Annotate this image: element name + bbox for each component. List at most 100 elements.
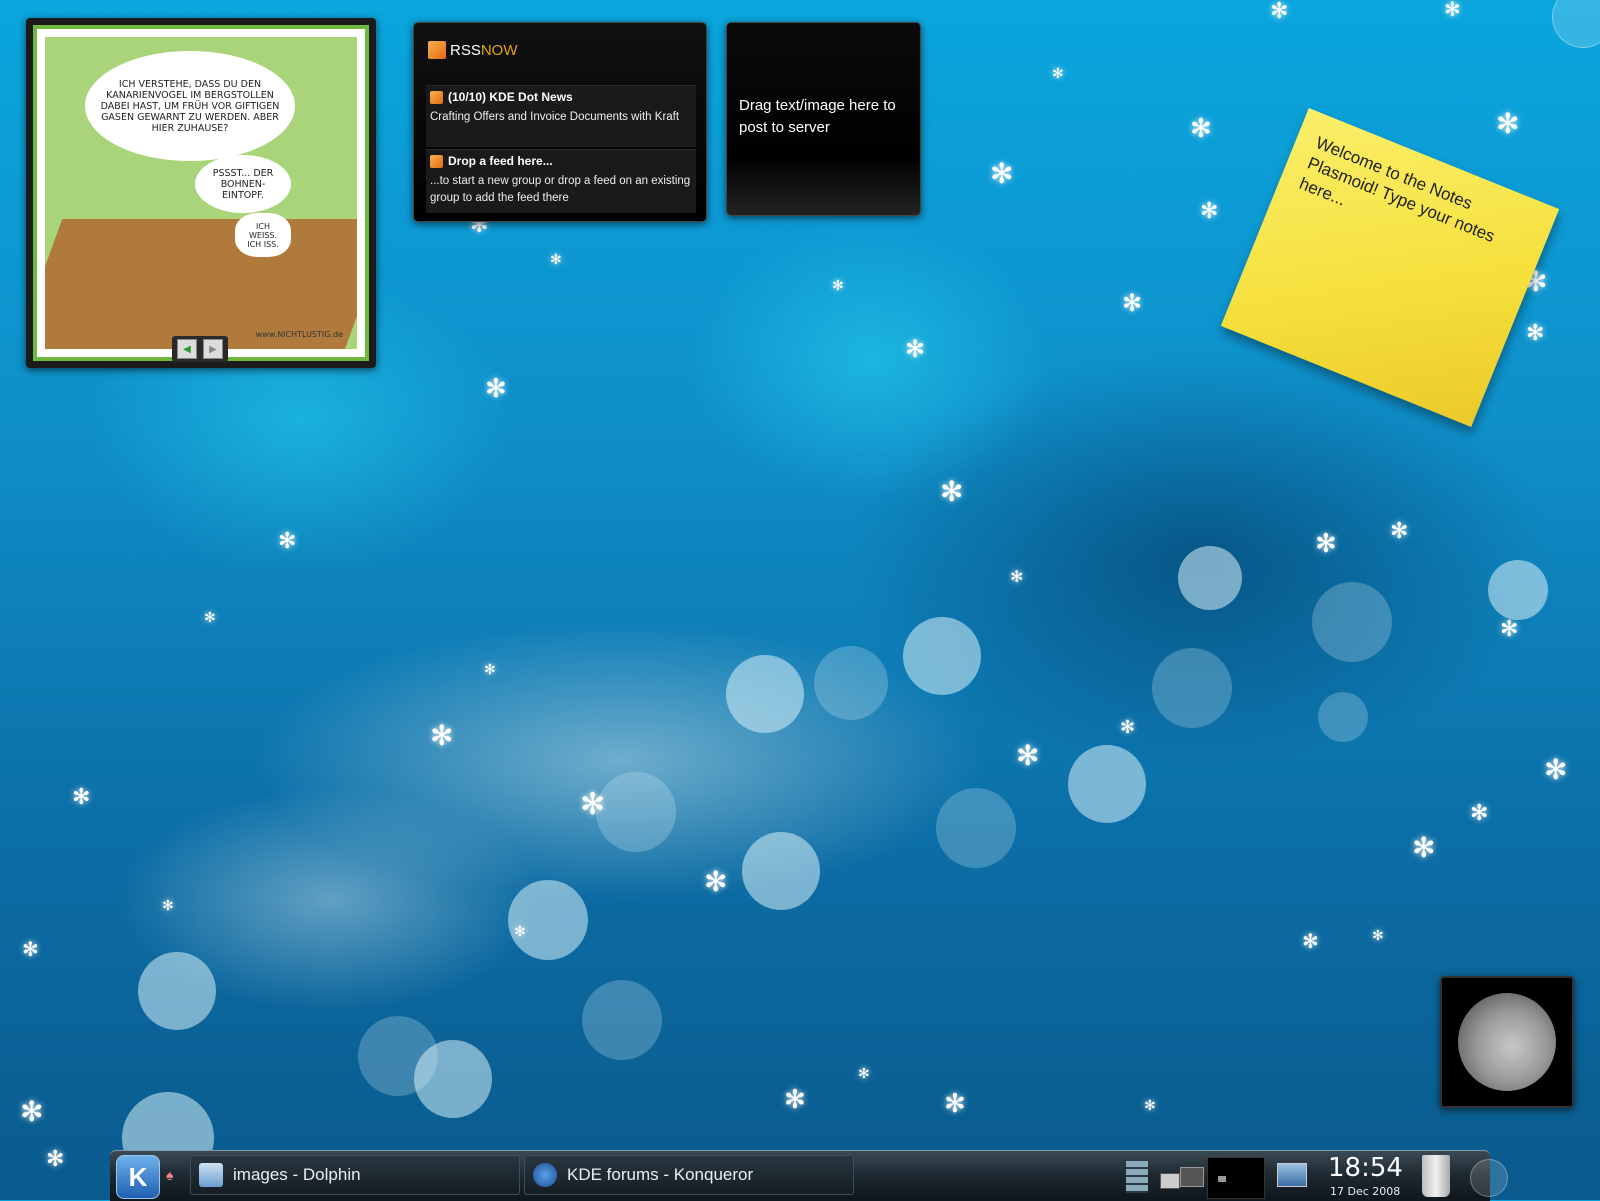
- snowflake: ✻: [990, 158, 1014, 189]
- rss-feed-icon: [430, 154, 443, 168]
- snowflake: ✻: [204, 609, 216, 625]
- snowflake: ✻: [1200, 198, 1219, 223]
- snowflake: ✻: [46, 1146, 65, 1171]
- snowflake: ✻: [580, 788, 606, 821]
- pastebin-widget[interactable]: Drag text/image here to post to server: [726, 22, 921, 216]
- snowflake: ✻: [514, 923, 526, 939]
- kde-menu-button[interactable]: K: [116, 1155, 160, 1199]
- panel-toolbox-button[interactable]: [1470, 1159, 1508, 1197]
- snowflake: ✻: [1144, 1097, 1156, 1113]
- snowflake: ✻: [1122, 290, 1143, 317]
- snowflake: ✻: [905, 336, 926, 363]
- bokeh-light: [596, 772, 676, 852]
- desktop-toolbox-button[interactable]: [1552, 0, 1600, 48]
- snowflake: ✻: [1444, 0, 1461, 21]
- rss-feed-item[interactable]: (10/10) KDE Dot News Crafting Offers and…: [426, 85, 696, 147]
- rss-brand-label: RSSNOW: [450, 41, 518, 59]
- bokeh-light: [358, 1016, 438, 1096]
- network-icon[interactable]: [1274, 1157, 1308, 1197]
- snowflake: ✻: [1120, 717, 1136, 737]
- snowflake: ✻: [484, 661, 496, 677]
- luna-moon-widget[interactable]: [1440, 976, 1574, 1108]
- comic-frame: ICH VERSTEHE, DASS DU DEN KANARIENVOGEL …: [33, 25, 369, 361]
- snowflake: ✻: [1496, 108, 1520, 139]
- bokeh-light: [508, 880, 588, 960]
- snowflake: ✻: [72, 784, 91, 809]
- bokeh-light: [1178, 546, 1242, 610]
- bokeh-light: [726, 655, 804, 733]
- rss-item-description[interactable]: Crafting Offers and Invoice Documents wi…: [430, 109, 692, 126]
- snowflake: ✻: [1016, 740, 1040, 771]
- snowflake: ✻: [550, 251, 562, 267]
- rss-feed-icon: [428, 41, 446, 59]
- snowflake: ✻: [832, 277, 844, 293]
- pastebin-drop-hint: Drag text/image here to post to server: [739, 97, 896, 136]
- snowflake: ✻: [1010, 569, 1024, 586]
- snowflake: ✻: [1390, 518, 1409, 543]
- comic-widget[interactable]: ICH VERSTEHE, DASS DU DEN KANARIENVOGEL …: [26, 18, 376, 368]
- comic-speech-bubble: ICH VERSTEHE, DASS DU DEN KANARIENVOGEL …: [85, 51, 295, 161]
- notes-widget[interactable]: Welcome to the Notes Plasmoid! Type your…: [1220, 107, 1560, 428]
- device-notifier-icon[interactable]: [1160, 1161, 1204, 1193]
- pager[interactable]: [1207, 1157, 1265, 1199]
- comic-navigation: ◀ ▶: [172, 336, 228, 362]
- spy-icon[interactable]: ♠: [166, 1167, 180, 1185]
- snowflake: ✻: [430, 720, 454, 751]
- clock-date: 17 Dec 2008: [1330, 1185, 1401, 1198]
- comic-speech-bubble: PSSST... DER BOHNEN-EINTOPF.: [195, 155, 291, 213]
- arrow-left-icon[interactable]: ◀: [177, 339, 197, 359]
- rss-now-header: RSSNOW: [428, 41, 518, 59]
- comic-credit: www.NICHTLUSTIG.de: [255, 330, 343, 339]
- trash-icon[interactable]: [1422, 1155, 1450, 1197]
- task-konqueror[interactable]: KDE forums - Konqueror: [524, 1155, 854, 1195]
- snowflake: ✻: [784, 1084, 806, 1114]
- bokeh-light: [1488, 560, 1548, 620]
- snowflake: ✻: [944, 1088, 966, 1118]
- bokeh-light: [1318, 692, 1368, 742]
- snowflake: ✻: [20, 1096, 44, 1127]
- comic-speech-bubble: ICH WEISS. ICH ISS.: [235, 213, 291, 257]
- bokeh-light: [1068, 745, 1146, 823]
- snowflake: ✻: [485, 373, 507, 403]
- bokeh-light: [936, 788, 1016, 868]
- bokeh-light: [1152, 648, 1232, 728]
- bokeh-light: [582, 980, 662, 1060]
- rss-feed-icon: [430, 90, 443, 104]
- bokeh-light: [903, 617, 981, 695]
- bokeh-light: [138, 952, 216, 1030]
- dolphin-icon: [199, 1163, 223, 1187]
- snowflake: ✻: [858, 1065, 870, 1081]
- snowflake: ✻: [1544, 754, 1568, 785]
- snowflake: ✻: [1052, 65, 1064, 81]
- snowflake: ✻: [1500, 616, 1519, 641]
- task-label: KDE forums - Konqueror: [567, 1165, 754, 1184]
- snowflake: ✻: [1270, 0, 1289, 23]
- bokeh-light: [814, 646, 888, 720]
- rss-item-title: (10/10) KDE Dot News: [448, 90, 573, 104]
- snowflake: ✻: [22, 939, 39, 961]
- snowflake: ✻: [704, 866, 728, 897]
- snowflake: ✻: [940, 476, 964, 507]
- bokeh-light: [742, 832, 820, 910]
- arrow-right-icon[interactable]: ▶: [203, 339, 223, 359]
- comic-strip-image: ICH VERSTEHE, DASS DU DEN KANARIENVOGEL …: [45, 37, 357, 349]
- moon-phase-icon: [1458, 993, 1556, 1091]
- snowflake: ✻: [278, 528, 297, 553]
- snowflake: ✻: [1315, 528, 1337, 558]
- task-label: images - Dolphin: [233, 1165, 361, 1184]
- taskbar-panel: K ♠ images - Dolphin KDE forums - Konque…: [110, 1150, 1508, 1201]
- klipper-icon[interactable]: [1126, 1161, 1148, 1193]
- snowflake: ✻: [1190, 113, 1212, 143]
- task-dolphin[interactable]: images - Dolphin: [190, 1155, 520, 1195]
- bokeh-light: [1312, 582, 1392, 662]
- clock-time[interactable]: 18:54: [1328, 1153, 1403, 1183]
- snowflake: ✻: [1372, 927, 1384, 943]
- snowflake: ✻: [162, 897, 174, 913]
- rss-item-description: ...to start a new group or drop a feed o…: [430, 175, 691, 204]
- rss-item-title: Drop a feed here...: [448, 154, 553, 168]
- snowflake: ✻: [1302, 931, 1319, 953]
- snowflake: ✻: [1412, 832, 1436, 863]
- snowflake: ✻: [1470, 800, 1489, 825]
- rss-now-widget[interactable]: RSSNOW (10/10) KDE Dot News Crafting Off…: [413, 22, 707, 222]
- rss-feed-drop-zone[interactable]: Drop a feed here... ...to start a new gr…: [426, 149, 696, 213]
